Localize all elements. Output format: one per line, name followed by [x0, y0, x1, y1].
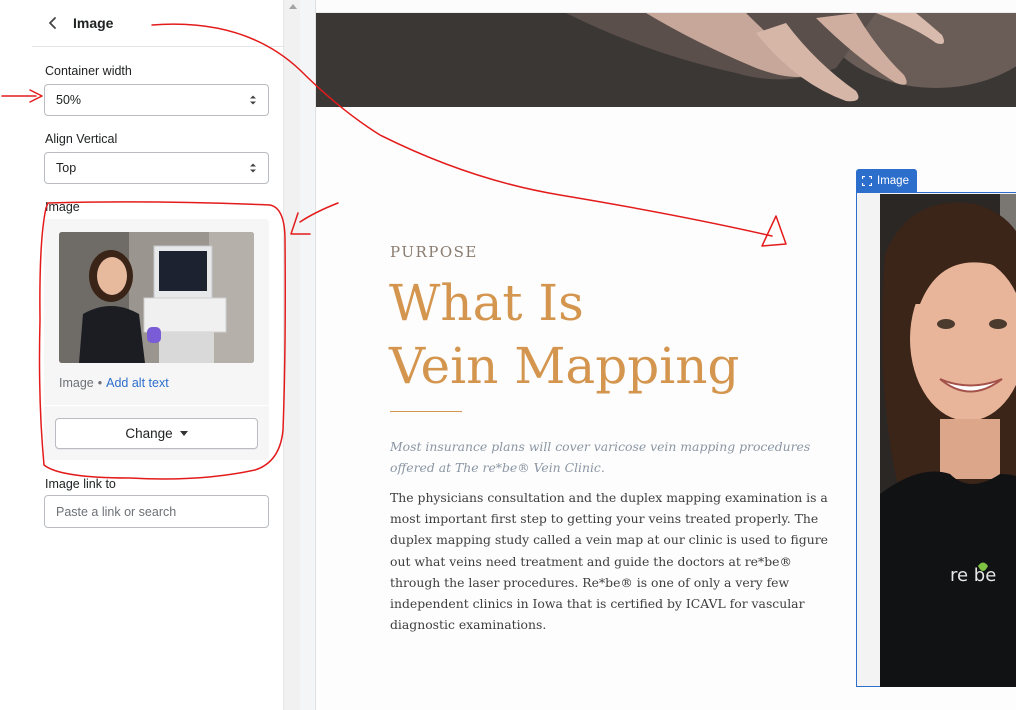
accent-rule	[390, 411, 462, 412]
panel-title: Image	[73, 15, 114, 31]
section-headline: What Is Vein Mapping	[389, 272, 809, 398]
headline-line-2: Vein Mapping	[389, 337, 740, 395]
select-arrows-icon	[250, 163, 256, 173]
container-width-select[interactable]: 50%	[44, 84, 269, 116]
hero-banner-image[interactable]	[316, 13, 1016, 107]
body-paragraph: The physicians consultation and the dupl…	[390, 490, 828, 633]
scroll-up-arrow-icon[interactable]	[289, 4, 297, 9]
select-arrows-icon	[250, 95, 256, 105]
panel-scrollbar[interactable]	[283, 0, 300, 710]
preview-gutter	[300, 0, 315, 710]
image-link-label: Image link to	[45, 477, 116, 491]
back-button[interactable]	[42, 12, 64, 34]
image-badge-label: Image	[877, 174, 909, 187]
clinic-staff-photo: re be	[880, 194, 1016, 687]
align-vertical-label: Align Vertical	[45, 132, 118, 146]
lead-paragraph: Most insurance plans will cover varicose…	[390, 439, 811, 475]
image-block-badge[interactable]: Image	[856, 169, 917, 192]
shirt-logo: re be	[950, 565, 996, 586]
align-vertical-value: Top	[56, 161, 77, 175]
select-frame-icon	[862, 175, 872, 186]
caret-down-icon	[179, 431, 188, 436]
change-button-label: Change	[125, 426, 173, 441]
container-width-value: 50%	[56, 93, 82, 107]
meta-separator: •	[97, 376, 103, 390]
image-link-input[interactable]	[44, 495, 269, 528]
section-eyebrow: PURPOSE	[390, 243, 478, 261]
container-width-label: Container width	[45, 64, 132, 78]
card-divider	[44, 405, 269, 406]
panel-header: Image	[32, 0, 283, 47]
chevron-left-icon	[49, 17, 56, 29]
image-meta: Image • Add alt text	[59, 376, 169, 390]
add-alt-text-link[interactable]: Add alt text	[106, 376, 169, 390]
page-preview: PURPOSE What Is Vein Mapping Most insura…	[315, 0, 1016, 710]
headline-line-1: What Is	[389, 274, 584, 332]
image-label: Image	[45, 200, 80, 214]
preview-top-strip	[316, 0, 1016, 13]
change-image-button[interactable]: Change	[55, 418, 258, 449]
image-picker-card: Image • Add alt text Change	[44, 219, 269, 460]
image-thumbnail[interactable]	[59, 232, 254, 363]
image-type-text: Image	[59, 376, 94, 390]
selected-image-block[interactable]: re be	[856, 192, 1016, 687]
align-vertical-select[interactable]: Top	[44, 152, 269, 184]
settings-panel: Image Container width 50% Align Vertical…	[0, 0, 283, 710]
